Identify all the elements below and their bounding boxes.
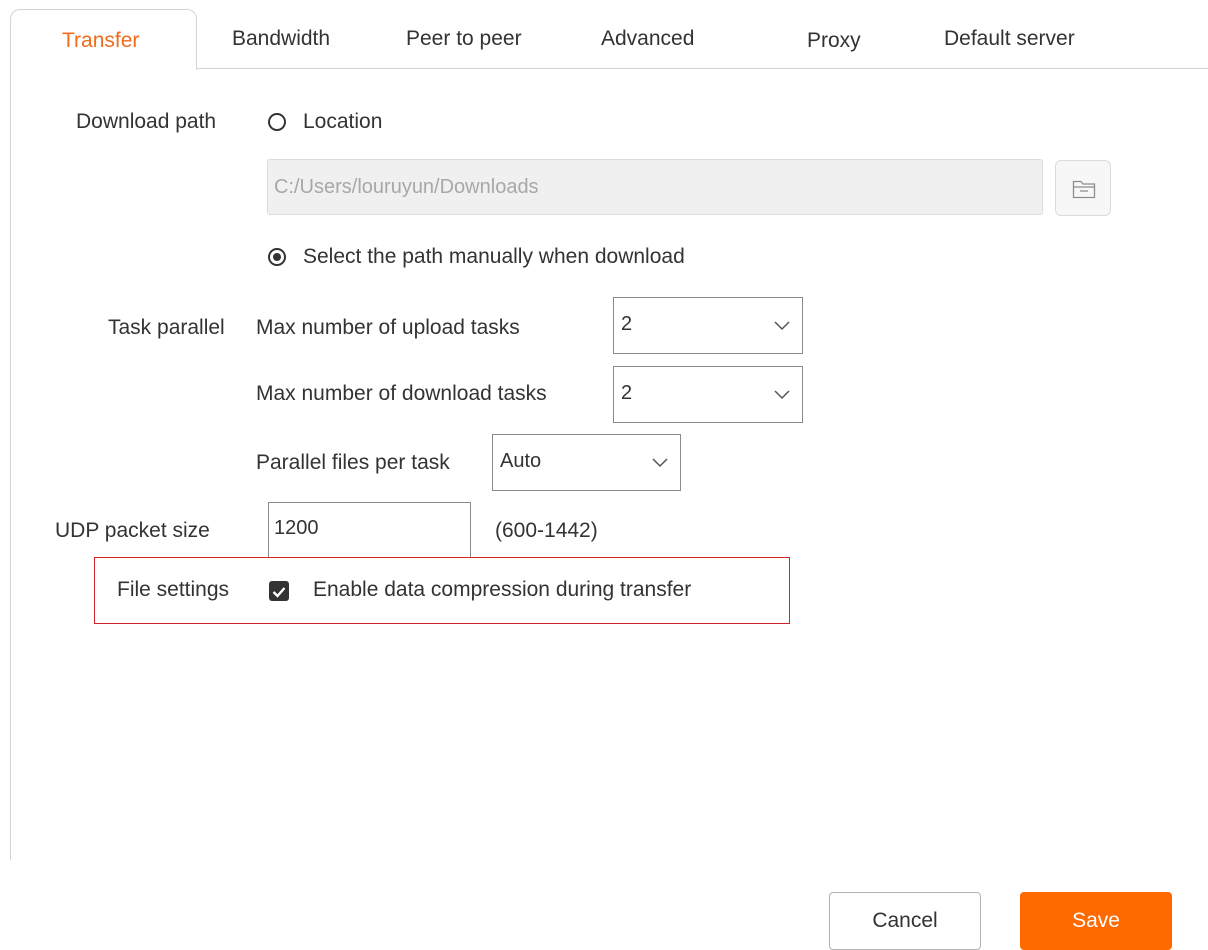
parallel-files-label: Parallel files per task bbox=[256, 451, 450, 474]
location-radio[interactable] bbox=[268, 113, 286, 131]
tab-advanced[interactable]: Advanced bbox=[601, 27, 694, 51]
upload-tasks-label: Max number of upload tasks bbox=[256, 316, 520, 339]
chevron-down-icon bbox=[652, 455, 668, 473]
manual-path-radio[interactable] bbox=[268, 248, 286, 266]
udp-range-hint: (600-1442) bbox=[495, 519, 598, 542]
cancel-button[interactable]: Cancel bbox=[829, 892, 981, 950]
upload-tasks-select[interactable]: 2 bbox=[613, 297, 803, 354]
folder-icon bbox=[1072, 179, 1096, 204]
compression-label[interactable]: Enable data compression during transfer bbox=[313, 578, 691, 602]
chevron-down-icon bbox=[774, 387, 790, 405]
tab-transfer[interactable]: Transfer bbox=[62, 29, 139, 53]
compression-checkbox[interactable] bbox=[269, 581, 289, 601]
parallel-files-select[interactable]: Auto bbox=[492, 434, 681, 491]
manual-path-radio-label[interactable]: Select the path manually when download bbox=[303, 245, 685, 269]
download-tasks-select[interactable]: 2 bbox=[613, 366, 803, 423]
upload-tasks-value: 2 bbox=[621, 313, 633, 335]
file-settings-label: File settings bbox=[117, 578, 230, 601]
location-radio-label[interactable]: Location bbox=[303, 110, 382, 134]
udp-packet-size-label: UDP packet size bbox=[55, 519, 210, 542]
save-button[interactable]: Save bbox=[1020, 892, 1172, 950]
task-parallel-label: Task parallel bbox=[108, 316, 225, 339]
parallel-files-value: Auto bbox=[500, 450, 542, 472]
download-tasks-label: Max number of download tasks bbox=[256, 382, 547, 405]
download-path-label: Download path bbox=[76, 110, 217, 133]
tab-proxy[interactable]: Proxy bbox=[807, 29, 861, 53]
download-tasks-value: 2 bbox=[621, 382, 633, 404]
browse-folder-button[interactable] bbox=[1055, 160, 1111, 216]
tab-default-server[interactable]: Default server bbox=[944, 27, 1075, 51]
chevron-down-icon bbox=[774, 318, 790, 336]
tab-peer-to-peer[interactable]: Peer to peer bbox=[406, 27, 522, 51]
tab-bandwidth[interactable]: Bandwidth bbox=[232, 27, 330, 51]
checkmark-icon bbox=[272, 585, 286, 603]
tab-panel-border-left bbox=[10, 69, 11, 860]
download-path-input: C:/Users/louruyun/Downloads bbox=[267, 159, 1043, 215]
tab-strip-border bbox=[197, 68, 1208, 69]
udp-packet-size-input[interactable]: 1200 bbox=[268, 502, 471, 558]
